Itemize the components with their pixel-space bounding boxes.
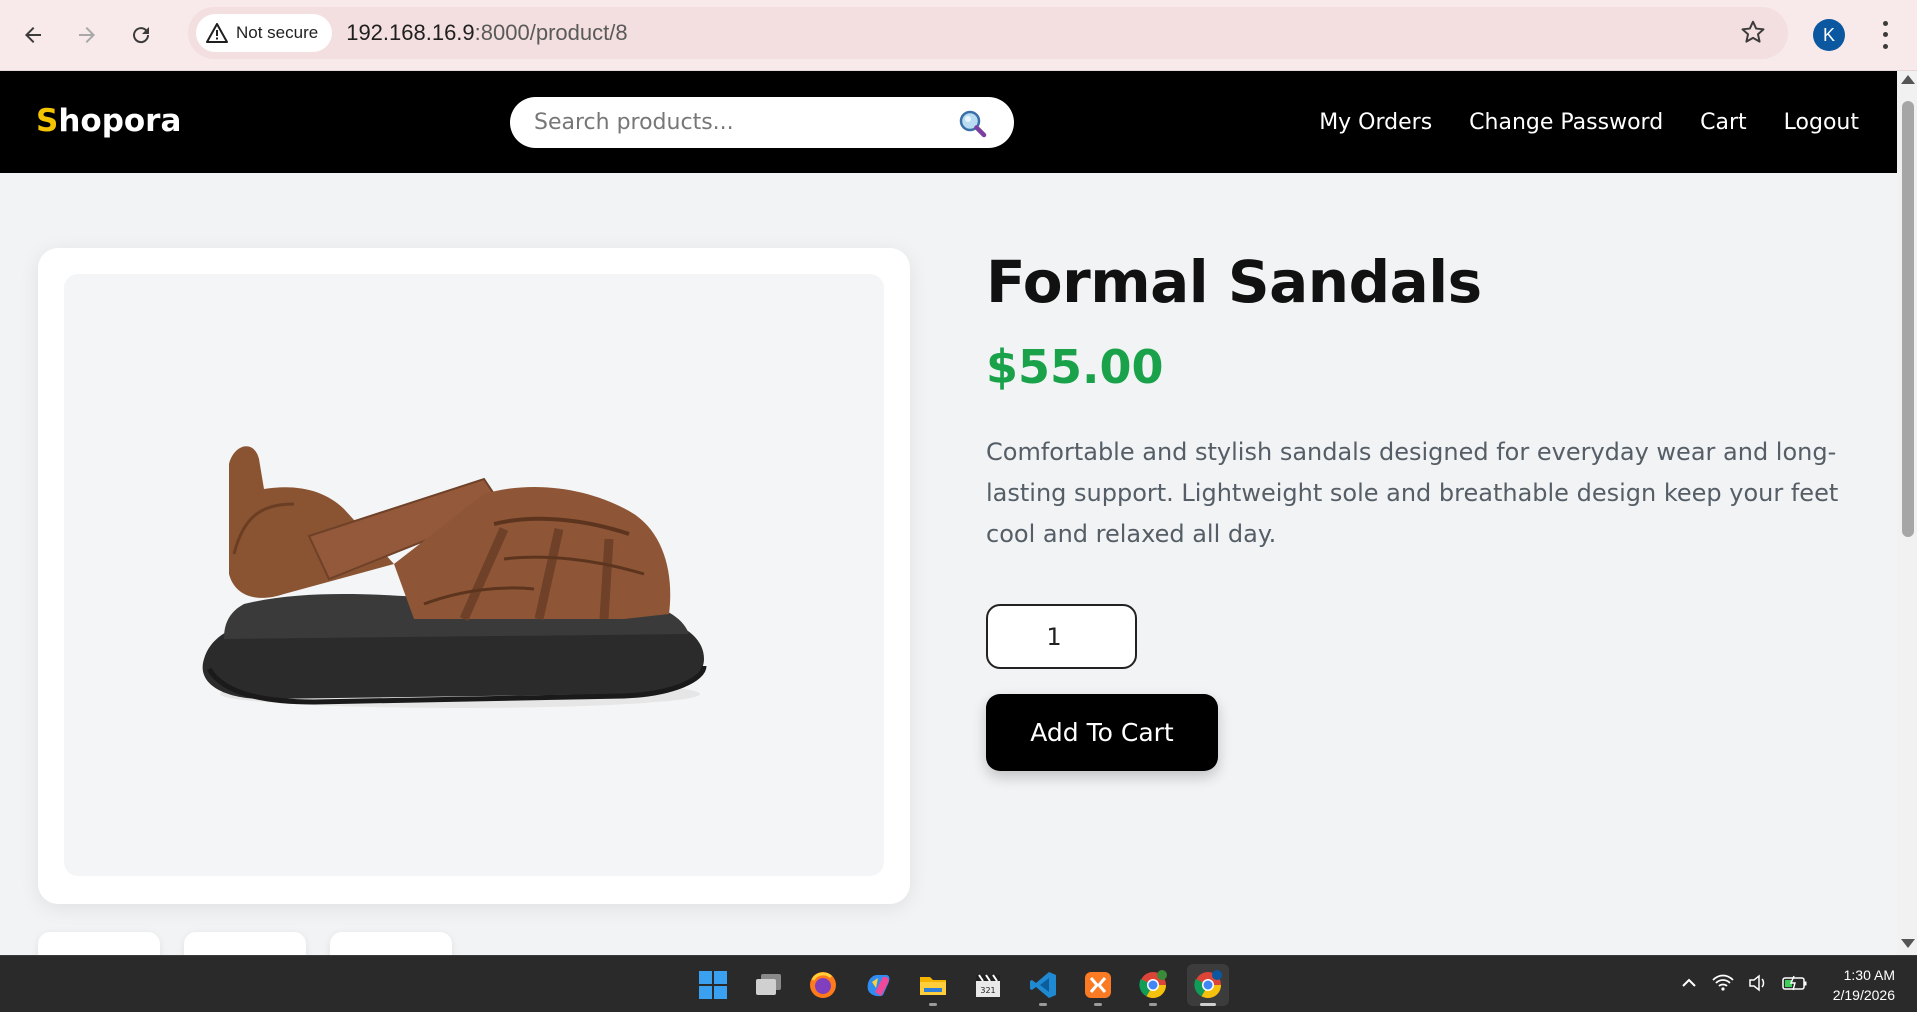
- search-button[interactable]: [958, 109, 988, 139]
- url-path: :8000/product/8: [474, 20, 628, 45]
- xampp-icon[interactable]: [1077, 964, 1119, 1006]
- product-image-card: [38, 248, 910, 904]
- logo-first-letter: S: [36, 103, 59, 139]
- warning-icon: [206, 23, 228, 43]
- windows-taskbar: 321 1:30 AM 2/19/2026: [0, 955, 1917, 1012]
- clock-date: 2/19/2026: [1832, 987, 1895, 1003]
- logo-rest: hopora: [58, 103, 182, 139]
- clapperboard-icon[interactable]: 321: [967, 964, 1009, 1006]
- star-icon: [1741, 20, 1765, 43]
- nav-logout[interactable]: Logout: [1784, 110, 1859, 135]
- search-bar: [510, 97, 1014, 148]
- system-tray: [1680, 974, 1808, 992]
- address-bar[interactable]: Not secure 192.168.16.9:8000/product/8: [188, 7, 1788, 59]
- product-price: $55.00: [986, 340, 1164, 394]
- nav-change-password[interactable]: Change Password: [1469, 110, 1663, 135]
- nav-my-orders[interactable]: My Orders: [1319, 110, 1432, 135]
- taskbar-clock[interactable]: 1:30 AM 2/19/2026: [1833, 965, 1895, 1005]
- search-icon: [959, 110, 987, 138]
- volume-icon[interactable]: [1748, 974, 1768, 992]
- reload-button[interactable]: [118, 12, 164, 58]
- battery-icon[interactable]: [1782, 974, 1808, 992]
- back-button[interactable]: [10, 12, 56, 58]
- forward-button[interactable]: [64, 12, 110, 58]
- site-header: Shopora My Orders Change Password Cart L…: [0, 71, 1897, 173]
- forward-icon: [79, 27, 95, 43]
- task-view-icon[interactable]: [747, 964, 789, 1006]
- taskbar-apps: 321: [692, 964, 1229, 1006]
- product-description: Comfortable and stylish sandals designed…: [986, 438, 1839, 548]
- chevron-up-icon[interactable]: [1680, 974, 1698, 992]
- search-input[interactable]: [534, 97, 934, 148]
- site-logo[interactable]: Shopora: [36, 103, 181, 139]
- windows-start-icon[interactable]: [692, 964, 734, 1006]
- chrome-icon[interactable]: [1132, 964, 1174, 1006]
- browser-toolbar: Not secure 192.168.16.9:8000/product/8 K: [0, 0, 1917, 71]
- page-scrollbar[interactable]: [1897, 71, 1917, 955]
- firefox-icon[interactable]: [802, 964, 844, 1006]
- url-host: 192.168.16.9: [346, 20, 475, 45]
- chrome-profile-icon[interactable]: [1187, 964, 1229, 1006]
- clock-time: 1:30 AM: [1843, 967, 1895, 983]
- add-to-cart-button[interactable]: Add To Cart: [986, 694, 1218, 771]
- product-title: Formal Sandals: [986, 248, 1482, 316]
- profile-avatar[interactable]: K: [1813, 19, 1845, 51]
- copilot-icon[interactable]: [857, 964, 899, 1006]
- url-text[interactable]: 192.168.16.9:8000/product/8: [346, 20, 627, 46]
- bookmark-button[interactable]: [1740, 19, 1766, 49]
- kebab-menu-icon[interactable]: [1875, 18, 1895, 52]
- sandal-illustration: [202, 446, 707, 708]
- wifi-icon[interactable]: [1712, 974, 1734, 992]
- main-nav: My Orders Change Password Cart Logout: [1319, 110, 1859, 135]
- security-chip[interactable]: Not secure: [196, 14, 333, 52]
- back-icon: [25, 27, 41, 43]
- scroll-up-arrow-icon[interactable]: [1901, 75, 1915, 84]
- product-image[interactable]: [64, 274, 884, 876]
- scroll-thumb[interactable]: [1902, 101, 1914, 537]
- quantity-input[interactable]: [986, 604, 1137, 669]
- svg-text:321: 321: [980, 986, 995, 995]
- vscode-icon[interactable]: [1022, 964, 1064, 1006]
- reload-icon: [133, 27, 150, 44]
- nav-cart[interactable]: Cart: [1700, 110, 1747, 135]
- file-explorer-icon[interactable]: [912, 964, 954, 1006]
- scroll-down-arrow-icon[interactable]: [1901, 939, 1915, 948]
- security-label: Not secure: [236, 23, 319, 42]
